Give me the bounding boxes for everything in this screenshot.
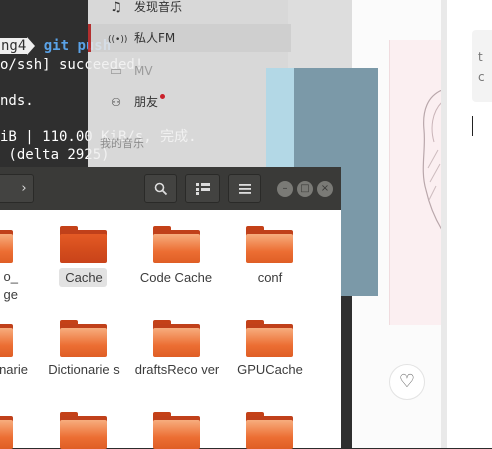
chat-text-2: c (478, 70, 485, 84)
sidebar-item-friends[interactable]: ⚇ 朋友 (108, 91, 166, 113)
folder-label-conf[interactable]: conf (232, 269, 308, 286)
minimize-icon: – (282, 183, 288, 194)
heart-icon: ♡ (398, 371, 416, 392)
notification-dot (160, 94, 166, 99)
folder-icon[interactable] (153, 320, 200, 357)
sidebar-item-mv[interactable]: ▭ MV (108, 60, 153, 82)
radio-icon: ((•)) (108, 35, 128, 45)
folder-icon[interactable] (246, 412, 293, 449)
folder-icon[interactable] (0, 412, 13, 449)
search-icon (154, 182, 167, 196)
folder-icon[interactable] (0, 226, 13, 263)
folder-label[interactable]: ge (0, 286, 18, 303)
close-icon: × (320, 183, 330, 194)
folder-label-dictionaries[interactable]: Dictionarie s (42, 361, 126, 378)
chat-text-1: t (478, 50, 483, 64)
folder-label[interactable]: narie (0, 361, 28, 378)
list-view-icon (195, 183, 210, 195)
sidebar-item-fm[interactable]: ((•)) 私人FM (108, 27, 175, 49)
terminal-output-2: nds. (0, 93, 34, 109)
maximize-icon: □ (300, 183, 310, 194)
menu-button[interactable] (228, 174, 261, 203)
music-note-icon: ♫ (110, 0, 122, 15)
folder-icon[interactable] (153, 226, 200, 263)
search-button[interactable] (144, 174, 177, 203)
forward-button[interactable]: › (0, 174, 34, 203)
folder-icon[interactable] (60, 226, 107, 263)
folder-icon[interactable] (0, 320, 13, 357)
folder-label[interactable]: o_ (0, 268, 18, 285)
prompt-user: ng4 (0, 38, 28, 54)
folder-label-draftsrecover[interactable]: draftsReco ver (134, 361, 220, 378)
hamburger-menu-icon (238, 184, 251, 194)
close-button[interactable]: × (317, 181, 333, 197)
folder-icon[interactable] (60, 412, 107, 449)
sidebar-item-discover[interactable]: ♫ 发现音乐 (108, 0, 182, 18)
view-toggle-button[interactable] (185, 174, 220, 203)
chat-message-bubble (472, 30, 492, 102)
folder-label-cache[interactable]: Cache (52, 269, 116, 286)
folder-label-code-cache[interactable]: Code Cache (130, 269, 222, 286)
video-icon: ▭ (109, 64, 123, 79)
text-caret (472, 116, 473, 136)
friends-icon: ⚇ (111, 96, 121, 109)
artwork-illustration (422, 90, 442, 230)
folder-icon[interactable] (60, 320, 107, 357)
section-my-music: 我的音乐 (100, 137, 144, 150)
folder-icon[interactable] (153, 412, 200, 449)
maximize-button[interactable]: □ (297, 181, 313, 197)
chevron-right-icon: › (21, 181, 27, 196)
folder-label-gpucache[interactable]: GPUCache (230, 361, 310, 378)
like-button[interactable]: ♡ (389, 364, 425, 400)
folder-icon[interactable] (246, 226, 293, 263)
folder-icon[interactable] (246, 320, 293, 357)
minimize-button[interactable]: – (277, 181, 293, 197)
prompt-arrow-icon (27, 37, 36, 55)
